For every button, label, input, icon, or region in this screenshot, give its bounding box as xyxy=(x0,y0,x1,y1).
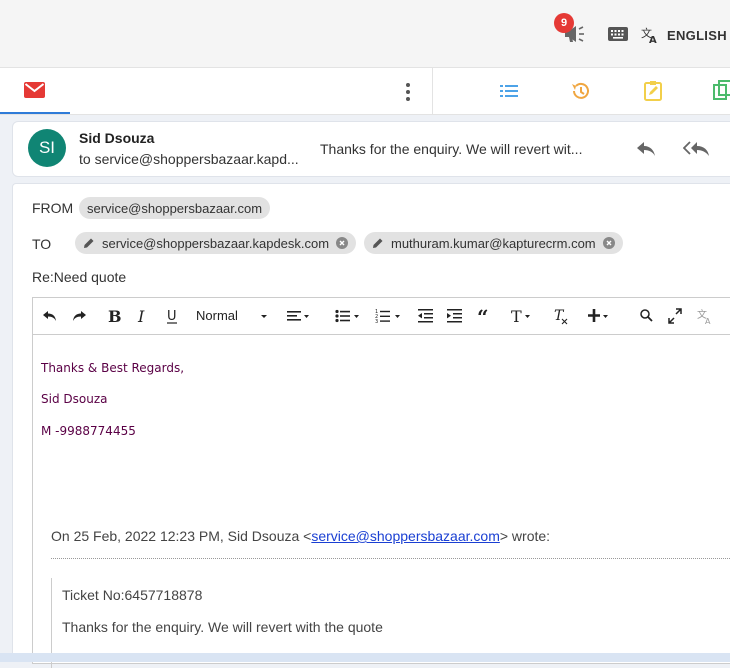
bold-icon[interactable]: B xyxy=(107,307,121,325)
spellcheck-icon[interactable]: 文 A xyxy=(697,307,715,325)
svg-text:A: A xyxy=(649,35,657,44)
language-selector[interactable]: ENGLISH xyxy=(667,28,727,43)
svg-text:B: B xyxy=(108,307,121,325)
undo-icon[interactable] xyxy=(42,307,58,325)
tabs-row xyxy=(0,68,730,115)
svg-text:“: “ xyxy=(477,307,489,325)
text-size-icon[interactable]: T xyxy=(510,307,536,325)
reply-all-icon[interactable] xyxy=(683,140,711,158)
pencil-icon[interactable] xyxy=(83,237,95,249)
svg-text:3: 3 xyxy=(375,319,378,325)
bullet-list-icon[interactable] xyxy=(335,307,361,325)
divider xyxy=(51,558,730,559)
svg-text:I: I xyxy=(137,307,145,325)
remove-recipient-icon[interactable] xyxy=(602,237,615,249)
signature-line: Thanks & Best Regards, xyxy=(41,361,185,375)
svg-text:T: T xyxy=(511,307,522,325)
caret-down-icon[interactable] xyxy=(259,307,269,325)
top-bar: 9 文 A ENGLISH xyxy=(0,0,730,68)
from-value: service@shoppersbazaar.com xyxy=(87,200,263,216)
remove-recipient-icon[interactable] xyxy=(336,237,349,249)
copy-icon[interactable] xyxy=(712,80,730,102)
quote-header: On 25 Feb, 2022 12:23 PM, Sid Dsouza <se… xyxy=(51,528,550,544)
quote-prefix: On 25 Feb, 2022 12:23 PM, Sid Dsouza < xyxy=(51,528,312,544)
align-icon[interactable] xyxy=(287,307,311,325)
notification-badge[interactable]: 9 xyxy=(554,13,574,33)
recipient-email: service@shoppersbazaar.kapdesk.com xyxy=(102,235,330,251)
italic-icon[interactable]: I xyxy=(137,307,149,325)
subject-line[interactable]: Re:Need quote xyxy=(32,269,126,285)
numbered-list-icon[interactable]: 123 xyxy=(375,307,403,325)
mail-icon xyxy=(24,82,45,98)
format-select[interactable]: Normal xyxy=(196,308,238,323)
list-icon[interactable] xyxy=(498,80,520,102)
message-editor[interactable]: Thanks & Best Regards, Sid Dsouza M -998… xyxy=(32,334,730,668)
to-label: TO xyxy=(32,236,52,252)
sender-name: Sid Dsouza xyxy=(79,130,155,146)
from-label: FROM xyxy=(32,200,74,216)
recipient-email: muthuram.kumar@kapturecrm.com xyxy=(391,235,596,251)
keyboard-icon[interactable] xyxy=(608,27,628,41)
email-thread-card[interactable]: SI Sid Dsouza to service@shoppersbazaar.… xyxy=(12,121,730,177)
recipient-chip[interactable]: muthuram.kumar@kapturecrm.com xyxy=(364,232,623,254)
pencil-icon[interactable] xyxy=(372,237,384,249)
signature-line: Sid Dsouza xyxy=(41,392,108,406)
bottom-strip xyxy=(0,653,730,662)
fullscreen-icon[interactable] xyxy=(667,307,683,325)
reply-compose-panel: FROM service@shoppersbazaar.com TO servi… xyxy=(12,183,730,668)
translate-icon[interactable]: 文 A xyxy=(641,26,659,44)
avatar: SI xyxy=(28,129,66,167)
clipboard-edit-icon[interactable] xyxy=(642,80,664,102)
tab-email[interactable] xyxy=(0,68,70,114)
quote-suffix: > wrote: xyxy=(499,528,551,544)
recipient-line: to service@shoppersbazaar.kapd... xyxy=(79,151,299,167)
from-chip[interactable]: service@shoppersbazaar.com xyxy=(79,197,271,219)
outdent-icon[interactable] xyxy=(418,307,434,325)
quote-email-link[interactable]: service@shoppersbazaar.com xyxy=(311,528,500,544)
editor-toolbar: B I U Normal 123 “ T T 文 A xyxy=(32,297,730,334)
signature-line: M -9988774455 xyxy=(41,424,136,438)
svg-text:T: T xyxy=(554,308,565,324)
blockquote-icon[interactable]: “ xyxy=(477,307,493,325)
search-icon[interactable] xyxy=(639,307,655,325)
history-icon[interactable] xyxy=(570,80,592,102)
more-options-icon[interactable] xyxy=(402,82,414,102)
reply-icon[interactable] xyxy=(635,140,657,158)
svg-text:A: A xyxy=(705,317,711,325)
quoted-line: Ticket No:6457718878 xyxy=(62,587,203,603)
indent-icon[interactable] xyxy=(447,307,463,325)
svg-text:U: U xyxy=(167,309,177,324)
insert-plus-icon[interactable] xyxy=(587,307,613,325)
clear-format-icon[interactable]: T xyxy=(553,307,569,325)
divider xyxy=(432,68,433,114)
email-preview: Thanks for the enquiry. We will revert w… xyxy=(320,141,583,157)
recipient-chip[interactable]: service@shoppersbazaar.kapdesk.com xyxy=(75,232,357,254)
redo-icon[interactable] xyxy=(71,307,87,325)
quoted-line: Thanks for the enquiry. We will revert w… xyxy=(62,619,383,635)
underline-icon[interactable]: U xyxy=(165,307,179,325)
